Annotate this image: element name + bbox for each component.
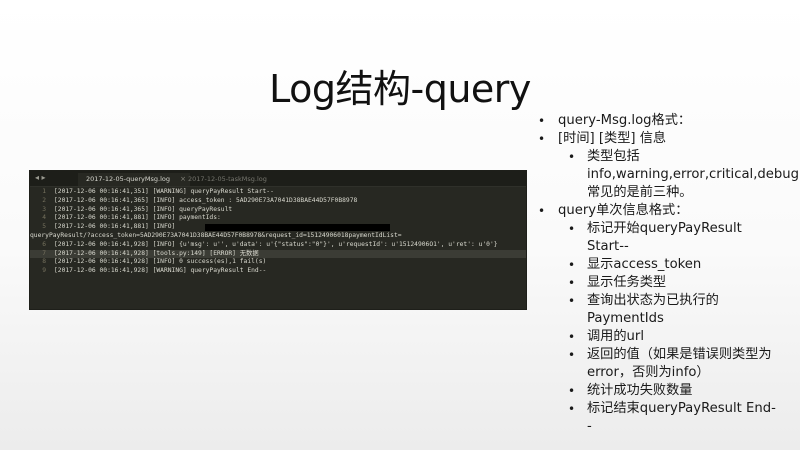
sub-bullet-item: 标记开始queryPayResult Start-- bbox=[538, 220, 778, 256]
sub-bullet-item: 标记结束queryPayResult End-- bbox=[538, 400, 778, 436]
line-text: [2017-12-06 00:16:41,881] [INFO] bbox=[54, 223, 180, 231]
bullet-item: query-Msg.log格式： bbox=[538, 112, 778, 130]
sub-bullet-item: 返回的值（如果是错误则类型为error，否则为info） bbox=[538, 346, 778, 382]
slide-title: Log结构-query bbox=[269, 67, 531, 111]
line-number: 9 bbox=[42, 267, 46, 275]
tab-label: 2017-12-05-taskMsg.log bbox=[188, 175, 267, 183]
code-line: 1 [2017-12-06 00:16:41,351] [WARNING] que… bbox=[30, 188, 526, 197]
line-text: [2017-12-06 00:16:41,928] [tools.py:149]… bbox=[54, 249, 259, 257]
line-number: 1 bbox=[42, 188, 46, 195]
sub-bullet-item: 调用的url bbox=[538, 328, 778, 346]
code-line: 2 [2017-12-06 00:16:41,365] [INFO] access… bbox=[30, 197, 526, 206]
code-line: 4 [2017-12-06 00:16:41,881] [INFO] paymen… bbox=[30, 214, 526, 223]
line-number: 3 bbox=[42, 205, 46, 213]
code-line-current: 7 [2017-12-06 00:16:41,928] [tools.py:149… bbox=[30, 249, 526, 259]
line-text: [2017-12-06 00:16:41,365] [INFO] access_… bbox=[54, 196, 358, 204]
log-editor-screenshot: ◂ ▸ 2017-12-05-queryMsg.log × 2017-12-05… bbox=[30, 171, 526, 309]
tab-label: 2017-12-05-queryMsg.log bbox=[86, 175, 170, 183]
line-text: [2017-12-06 00:16:41,928] [INFO] 0 succe… bbox=[54, 258, 267, 266]
editor-tab-bar: ◂ ▸ 2017-12-05-queryMsg.log × 2017-12-05… bbox=[30, 171, 526, 187]
line-text: [2017-12-06 00:16:41,881] [INFO] payment… bbox=[54, 214, 221, 222]
sub-bullet-item: 类型包括info,warning,error,critical,debug.常见… bbox=[538, 148, 800, 202]
tab-nav-arrows-icon[interactable]: ◂ ▸ bbox=[35, 173, 46, 182]
line-text: queryPayResult/?access_token=5AD290E73A7… bbox=[30, 231, 402, 239]
bullet-list: query-Msg.log格式： [时间] [类型] 信息 类型包括info,w… bbox=[538, 112, 800, 436]
sub-bullet-item: 统计成功失败数量 bbox=[538, 382, 778, 400]
sub-bullet-item: 显示access_token bbox=[538, 256, 778, 274]
sub-bullet-item: 显示任务类型 bbox=[538, 274, 778, 292]
code-line: 5 [2017-12-06 00:16:41,881] [INFO] bbox=[30, 223, 526, 232]
tab-taskmsg-log[interactable]: 2017-12-05-taskMsg.log bbox=[180, 173, 282, 186]
code-line: 3 [2017-12-06 00:16:41,365] [INFO] queryP… bbox=[30, 206, 526, 215]
bullet-item: query单次信息格式： bbox=[538, 202, 778, 220]
line-number: 7 bbox=[42, 249, 46, 257]
code-line: 9 [2017-12-06 00:16:41,928] [WARNING] que… bbox=[30, 267, 526, 276]
code-line: 6 [2017-12-06 00:16:41,928] [INFO] {u'msg… bbox=[30, 241, 526, 250]
line-text: [2017-12-06 00:16:41,928] [WARNING] quer… bbox=[54, 267, 267, 275]
line-number: 8 bbox=[42, 258, 46, 266]
line-number: 6 bbox=[42, 240, 46, 248]
sub-bullet-item: 查询出状态为已执行的PaymentIds bbox=[538, 292, 778, 328]
code-line: 8 [2017-12-06 00:16:41,928] [INFO] 0 succ… bbox=[30, 258, 526, 267]
line-text: [2017-12-06 00:16:41,365] [INFO] queryPa… bbox=[54, 205, 233, 213]
redaction-bar bbox=[205, 224, 390, 232]
line-text: [2017-12-06 00:16:41,928] [INFO] {u'msg'… bbox=[54, 240, 498, 248]
line-text: [2017-12-06 00:16:41,351] [WARNING] quer… bbox=[54, 188, 274, 195]
line-number: 4 bbox=[42, 214, 46, 222]
line-number: 2 bbox=[42, 196, 46, 204]
line-number: 5 bbox=[42, 223, 46, 231]
code-area[interactable]: 1 [2017-12-06 00:16:41,351] [WARNING] que… bbox=[30, 188, 526, 276]
tab-querymsg-log[interactable]: 2017-12-05-queryMsg.log × bbox=[78, 173, 190, 186]
code-line: queryPayResult/?access_token=5AD290E73A7… bbox=[30, 232, 526, 241]
bullet-item: [时间] [类型] 信息 bbox=[538, 130, 778, 148]
